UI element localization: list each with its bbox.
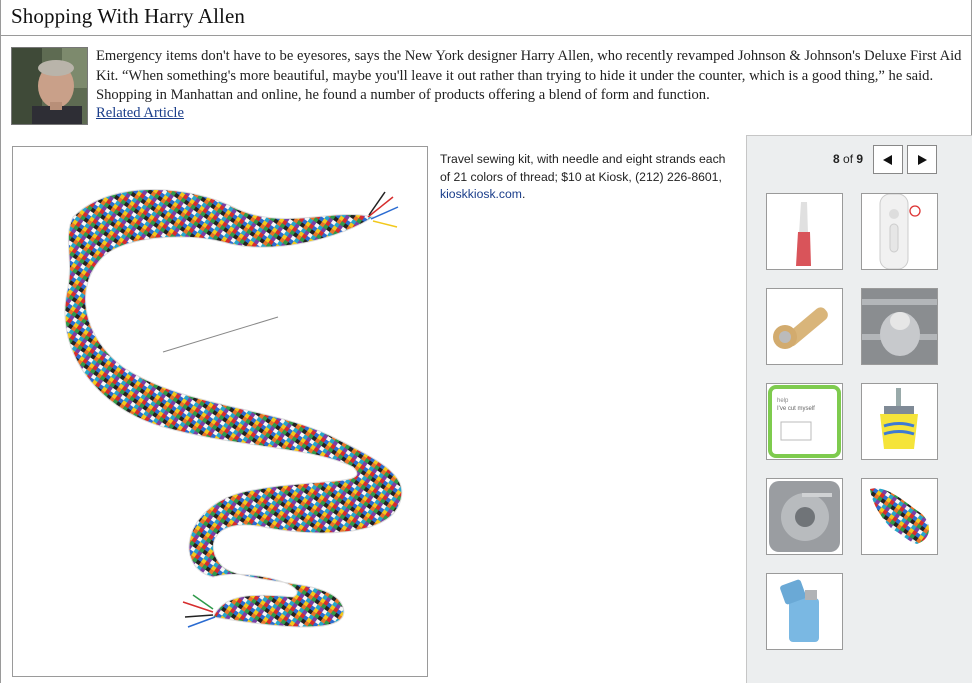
intro-paragraph: Emergency items don't have to be eyesore… — [96, 48, 962, 103]
current-slide-number: 8 — [833, 152, 840, 166]
next-slide-button[interactable] — [907, 145, 937, 174]
thumb-3-wooden-flashlight-icon[interactable] — [766, 288, 843, 365]
kit-label-main: I've cut myself — [777, 406, 815, 412]
main-slide-image — [12, 146, 428, 677]
kit-label-top: help — [777, 398, 789, 404]
thumb-5-first-aid-kit-icon[interactable]: help I've cut myself — [766, 383, 843, 460]
caption-text: Travel sewing kit, with needle and eight… — [440, 152, 726, 184]
kiosk-link[interactable]: kioskkiosk.com — [440, 187, 522, 201]
previous-slide-button[interactable] — [873, 145, 903, 174]
thumb-2-flashlight-icon[interactable] — [861, 193, 938, 270]
page-title: Shopping With Harry Allen — [11, 4, 246, 28]
total-slides-number: 9 — [856, 152, 864, 166]
right-triangle-icon — [918, 154, 927, 165]
caption-end: . — [521, 187, 526, 201]
of-label: of — [843, 152, 854, 166]
thumb-8-sewing-kit-icon[interactable] — [861, 478, 938, 555]
slide-counter: 8 of 9 — [833, 152, 863, 166]
thumb-4-metal-lamp-icon[interactable] — [861, 288, 938, 365]
thumb-9-blue-lighter-icon[interactable] — [766, 573, 843, 650]
author-avatar — [11, 47, 88, 125]
title-divider — [0, 35, 972, 36]
thumb-7-grater-icon[interactable] — [766, 478, 843, 555]
thumb-1-tweezers-icon[interactable] — [766, 193, 843, 270]
related-article-link[interactable]: Related Article — [96, 105, 184, 122]
thumb-6-yellow-tool-icon[interactable] — [861, 383, 938, 460]
slide-caption: Travel sewing kit, with needle and eight… — [440, 151, 730, 204]
left-triangle-icon — [883, 154, 892, 165]
